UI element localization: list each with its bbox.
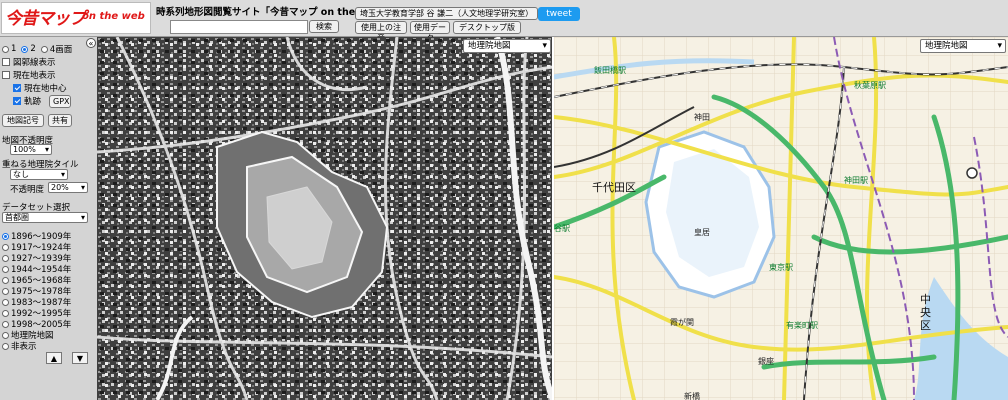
map-label-chuo: 中央 区 [920, 293, 931, 332]
overlay-select[interactable]: なし [10, 169, 68, 180]
center-location-checkbox[interactable] [13, 84, 21, 92]
period-radio-item[interactable]: 非表示 [2, 340, 37, 352]
historic-map-pane[interactable]: 地理院地図 [97, 37, 553, 400]
map-label-ginza: 銀座 [758, 357, 774, 366]
center-location-label: 現在地中心 [24, 84, 67, 94]
option-grid-lines[interactable]: 図郭線表示 [2, 56, 56, 68]
map-symbols-button[interactable]: 地図記号 [2, 114, 44, 127]
left-layer-select[interactable]: 地理院地図 [463, 39, 551, 53]
header-bar: 今昔マップ on the web 時系列地形図閲覧サイト「今昔マップ on th… [0, 0, 1008, 43]
screen-4-label: 4画面 [49, 45, 73, 55]
station-marker [966, 167, 978, 179]
option-track[interactable]: 軌跡 [13, 95, 41, 107]
desktop-version-button[interactable]: デスクトップ版 [453, 21, 521, 34]
period-radio[interactable] [2, 309, 9, 317]
modern-map-canvas [554, 37, 1008, 400]
site-logo[interactable]: 今昔マップ on the web [1, 2, 151, 34]
show-location-checkbox[interactable] [2, 71, 10, 79]
notice-button[interactable]: 使用上の注意 [355, 21, 407, 43]
historic-map-canvas [97, 37, 553, 400]
map-label-chiyoda: 千代田区 [592, 181, 636, 194]
author-link[interactable]: 埼玉大学教育学部 谷 謙二（人文地理学研究室） [355, 7, 539, 20]
period-radio[interactable] [2, 254, 9, 262]
screen-2-label: 2 [30, 44, 36, 54]
gpx-button[interactable]: GPX [49, 95, 71, 108]
screen-1-label: 1 [11, 44, 17, 54]
track-checkbox[interactable] [13, 97, 21, 105]
map-label-kanda: 神田 [694, 113, 710, 122]
map-label-kasumigaseki: 霞が関 [670, 318, 694, 327]
map-label-shinbashi: 新橋 [684, 392, 700, 400]
down-arrow-icon[interactable]: ▼ [72, 352, 88, 364]
period-radio[interactable] [2, 342, 9, 350]
tweet-button[interactable]: tweet [538, 7, 580, 21]
option-show-location[interactable]: 現在地表示 [2, 69, 56, 81]
map-label-kanda-station: 神田駅 [844, 176, 868, 185]
logo-main-text: 今昔マップ [5, 9, 86, 29]
map-label-kokyo: 皇居 [694, 228, 710, 237]
show-location-label: 現在地表示 [13, 71, 56, 81]
screen-1-radio[interactable] [2, 45, 9, 53]
right-layer-select[interactable]: 地理院地図 [920, 39, 1006, 53]
map-label-iidabashi: 飯田橋駅 [594, 66, 626, 75]
up-arrow-icon[interactable]: ▲ [46, 352, 62, 364]
option-center-location[interactable]: 現在地中心 [13, 82, 67, 94]
period-radio[interactable] [2, 331, 9, 339]
collapse-sidebar-icon[interactable]: « [86, 38, 96, 48]
period-radio[interactable] [2, 320, 9, 328]
grid-lines-label: 図郭線表示 [13, 58, 56, 68]
sidebar: « 1 2 4画面 図郭線表示 現在地表示 現在地中心 軌跡 GPX 地図記号 … [0, 37, 97, 400]
period-radio[interactable] [2, 265, 9, 273]
period-label: 非表示 [11, 342, 37, 352]
search-button[interactable]: 検索 [309, 20, 339, 33]
period-radio[interactable] [2, 232, 9, 240]
map-label-akihabara: 秋葉原駅 [854, 81, 886, 90]
screen-2-radio[interactable] [21, 45, 29, 53]
dataset-select[interactable]: 首都圏 [2, 212, 88, 223]
map-label-yotsuya: 谷駅 [554, 224, 570, 233]
period-radio[interactable] [2, 243, 9, 251]
data-button[interactable]: 使用データ [410, 21, 450, 43]
overlay-opacity-label: 不透明度 [10, 185, 45, 195]
opacity-select[interactable]: 100% [10, 144, 52, 155]
modern-map-pane[interactable]: 飯田橋駅 秋葉原駅 神田 神田駅 千代田区 皇居 東京駅 霞が関 有楽町駅 銀座… [554, 37, 1008, 400]
grid-lines-checkbox[interactable] [2, 58, 10, 66]
search-input[interactable] [170, 20, 308, 34]
period-radio[interactable] [2, 298, 9, 306]
screen-4-radio[interactable] [40, 45, 48, 53]
period-radio[interactable] [2, 287, 9, 295]
screen-count-group: 1 2 4画面 [2, 43, 72, 55]
track-label: 軌跡 [24, 97, 42, 107]
logo-sub-text: on the web [82, 11, 145, 22]
period-radio[interactable] [2, 276, 9, 284]
overlay-opacity-select[interactable]: 20% [48, 182, 88, 193]
share-button[interactable]: 共有 [48, 114, 72, 127]
map-label-yurakucho: 有楽町駅 [786, 321, 818, 330]
map-label-tokyo-station: 東京駅 [769, 263, 793, 272]
